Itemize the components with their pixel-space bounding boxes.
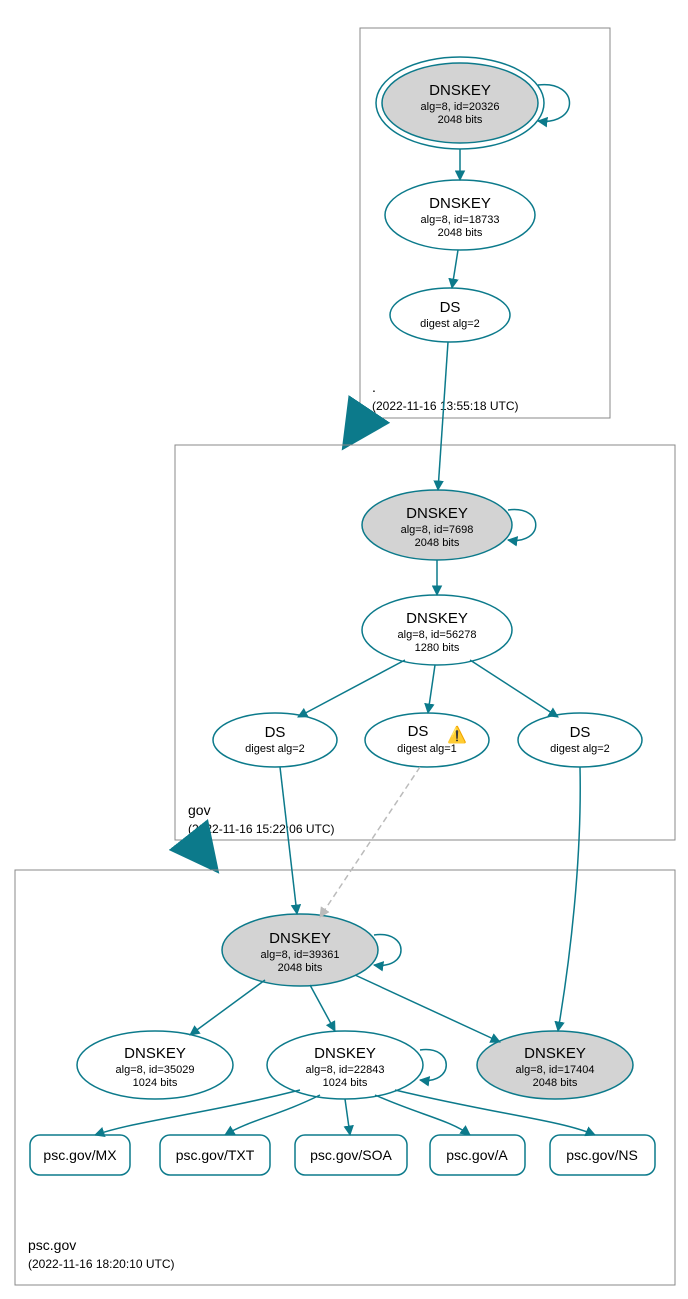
svg-text:digest alg=2: digest alg=2: [550, 743, 610, 755]
zone-gov-label: gov: [188, 802, 211, 818]
node-gov-ds3: DS digest alg=2: [518, 713, 642, 767]
svg-text:DS: DS: [265, 724, 286, 741]
node-gov-ds1: DS digest alg=2: [213, 713, 337, 767]
node-gov-zsk: DNSKEY alg=8, id=56278 1280 bits: [362, 595, 512, 665]
edge-root-delegation: [350, 420, 362, 438]
edge-gov-ds3-to-psc-k3: [558, 767, 580, 1031]
zone-psc-timestamp: (2022-11-16 18:20:10 UTC): [28, 1257, 175, 1271]
node-rr-a: psc.gov/A: [430, 1135, 525, 1175]
svg-text:psc.gov/TXT: psc.gov/TXT: [176, 1147, 255, 1163]
svg-text:1024 bits: 1024 bits: [323, 1077, 368, 1089]
svg-text:DNSKEY: DNSKEY: [406, 610, 468, 627]
node-gov-ksk: DNSKEY alg=8, id=7698 2048 bits: [362, 490, 512, 560]
node-rr-txt: psc.gov/TXT: [160, 1135, 270, 1175]
node-root-zsk: DNSKEY alg=8, id=18733 2048 bits: [385, 180, 535, 250]
svg-text:DNSKEY: DNSKEY: [314, 1045, 376, 1062]
node-psc-ksk: DNSKEY alg=8, id=39361 2048 bits: [222, 914, 378, 986]
svg-text:DS: DS: [440, 299, 461, 316]
svg-text:digest alg=2: digest alg=2: [245, 743, 305, 755]
svg-text:DS: DS: [408, 723, 429, 740]
edge-root-zsk-to-ds: [452, 250, 458, 288]
svg-text:alg=8, id=20326: alg=8, id=20326: [421, 101, 500, 113]
zone-gov-timestamp: (2022-11-16 15:22:06 UTC): [188, 822, 335, 836]
node-gov-ds2: DS digest alg=1 ⚠️: [365, 713, 489, 767]
edge-psc-ksk-to-k3: [355, 975, 500, 1042]
svg-text:alg=8, id=17404: alg=8, id=17404: [516, 1064, 595, 1076]
node-psc-k3: DNSKEY alg=8, id=17404 2048 bits: [477, 1031, 633, 1099]
node-rr-mx: psc.gov/MX: [30, 1135, 130, 1175]
svg-text:psc.gov/NS: psc.gov/NS: [566, 1147, 638, 1163]
svg-text:DS: DS: [570, 724, 591, 741]
node-root-ksk: DNSKEY alg=8, id=20326 2048 bits: [376, 57, 544, 149]
edge-psc-k2-to-soa: [345, 1099, 350, 1135]
edge-psc-k2-to-txt: [225, 1095, 320, 1135]
edge-gov-zsk-to-ds3: [470, 660, 558, 717]
zone-psc-label: psc.gov: [28, 1237, 76, 1253]
svg-text:2048 bits: 2048 bits: [438, 227, 483, 239]
svg-text:alg=8, id=22843: alg=8, id=22843: [306, 1064, 385, 1076]
svg-text:alg=8, id=18733: alg=8, id=18733: [421, 214, 500, 226]
edge-psc-ksk-to-k2: [310, 985, 335, 1031]
svg-text:1024 bits: 1024 bits: [133, 1077, 178, 1089]
svg-text:digest alg=1: digest alg=1: [397, 743, 457, 755]
svg-text:psc.gov/SOA: psc.gov/SOA: [310, 1147, 392, 1163]
edge-root-ds-to-gov-ksk: [438, 342, 448, 490]
svg-text:2048 bits: 2048 bits: [278, 962, 323, 974]
node-root-ds: DS digest alg=2: [390, 288, 510, 342]
svg-text:DNSKEY: DNSKEY: [429, 195, 491, 212]
svg-text:2048 bits: 2048 bits: [438, 114, 483, 126]
svg-text:1280 bits: 1280 bits: [415, 642, 460, 654]
svg-text:DNSKEY: DNSKEY: [429, 82, 491, 99]
edge-root-ksk-selfloop: [538, 85, 570, 122]
edge-psc-ksk-to-k1: [190, 980, 265, 1035]
svg-text:alg=8, id=7698: alg=8, id=7698: [401, 524, 474, 536]
zone-root-timestamp: (2022-11-16 13:55:18 UTC): [372, 399, 519, 413]
svg-text:DNSKEY: DNSKEY: [269, 930, 331, 947]
svg-text:digest alg=2: digest alg=2: [420, 318, 480, 330]
svg-text:DNSKEY: DNSKEY: [406, 505, 468, 522]
svg-text:2048 bits: 2048 bits: [533, 1077, 578, 1089]
svg-text:2048 bits: 2048 bits: [415, 537, 460, 549]
edge-gov-zsk-to-ds2: [428, 665, 435, 713]
svg-text:alg=8, id=35029: alg=8, id=35029: [116, 1064, 195, 1076]
svg-text:psc.gov/MX: psc.gov/MX: [43, 1147, 117, 1163]
node-psc-k2: DNSKEY alg=8, id=22843 1024 bits: [267, 1031, 423, 1099]
svg-text:psc.gov/A: psc.gov/A: [446, 1147, 508, 1163]
edge-psc-k2-selfloop: [420, 1050, 446, 1081]
edge-gov-ds2-to-psc-ksk: [320, 767, 420, 917]
node-rr-ns: psc.gov/NS: [550, 1135, 655, 1175]
warning-icon: ⚠️: [447, 725, 467, 744]
edge-gov-zsk-to-ds1: [298, 660, 405, 717]
svg-text:alg=8, id=56278: alg=8, id=56278: [398, 629, 477, 641]
edge-gov-delegation: [195, 843, 210, 862]
node-rr-soa: psc.gov/SOA: [295, 1135, 407, 1175]
svg-text:DNSKEY: DNSKEY: [124, 1045, 186, 1062]
svg-text:DNSKEY: DNSKEY: [524, 1045, 586, 1062]
svg-text:alg=8, id=39361: alg=8, id=39361: [261, 949, 340, 961]
node-psc-k1: DNSKEY alg=8, id=35029 1024 bits: [77, 1031, 233, 1099]
edge-psc-k2-to-a: [375, 1095, 470, 1135]
zone-root-label: .: [372, 379, 376, 395]
